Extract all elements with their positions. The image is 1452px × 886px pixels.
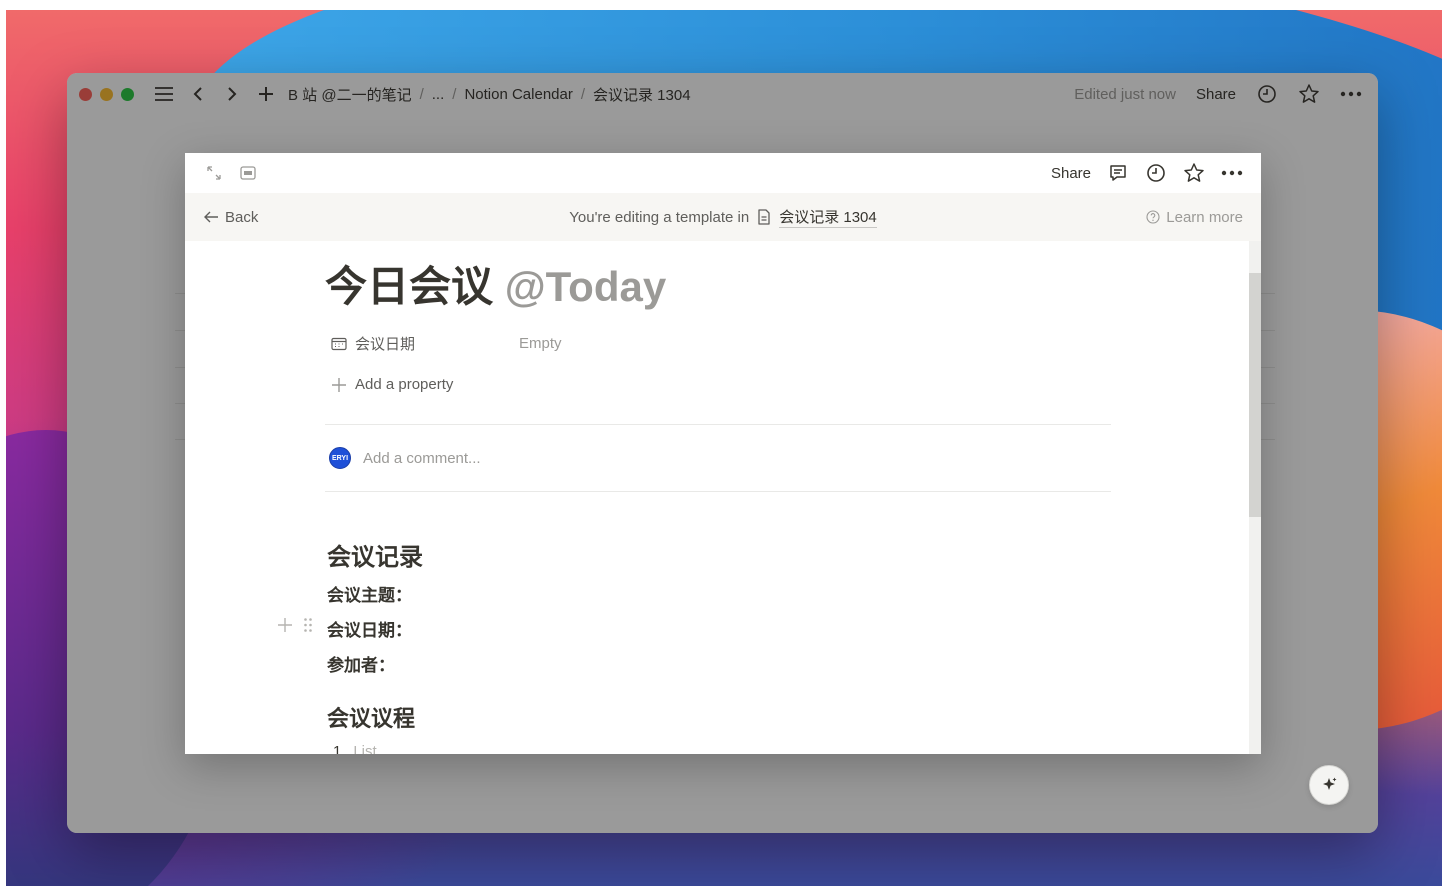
date-mention[interactable]: @Today	[505, 263, 667, 310]
modal-scrollbar-thumb[interactable]	[1249, 273, 1261, 517]
ai-assistant-button[interactable]	[1309, 765, 1349, 805]
comment-input[interactable]: Add a comment...	[363, 450, 481, 467]
sparkle-icon	[1323, 777, 1337, 790]
drag-handle-icon[interactable]	[303, 617, 313, 638]
page-title-text[interactable]: 今日会议	[325, 263, 493, 310]
modal-share-button[interactable]: Share	[1051, 165, 1091, 182]
comments-icon[interactable]	[1107, 162, 1129, 184]
heading-meeting-notes[interactable]: 会议记录	[327, 537, 423, 572]
property-row-date[interactable]: 会议日期 Empty	[331, 333, 562, 354]
list-number: 1	[333, 743, 342, 754]
avatar: ERYI	[329, 447, 351, 469]
template-editing-banner: Back You're editing a template in 会议记录 1…	[185, 193, 1261, 241]
attendees-line[interactable]: 参加者：	[327, 651, 395, 676]
help-circle-icon	[1146, 210, 1160, 224]
template-page-link[interactable]: 会议记录 1304	[779, 206, 877, 228]
add-property-label: Add a property	[355, 376, 454, 393]
back-button[interactable]: Back	[203, 209, 258, 226]
calendar-icon	[331, 337, 347, 350]
comment-box[interactable]: ERYI Add a comment...	[329, 447, 481, 469]
block-handles	[277, 617, 313, 638]
list-item[interactable]: 1 List	[333, 743, 377, 754]
back-label: Back	[225, 208, 259, 226]
property-value[interactable]: Empty	[519, 335, 562, 352]
list-placeholder[interactable]: List	[353, 743, 376, 754]
meeting-topic-line[interactable]: 会议主题：	[327, 581, 412, 606]
page-doc-icon	[758, 209, 770, 225]
add-property-button[interactable]: Add a property	[331, 376, 519, 393]
template-message: You're editing a template in 会议记录 1304	[185, 193, 1261, 241]
arrow-left-icon	[204, 211, 218, 223]
meeting-date-line[interactable]: 会议日期：	[327, 616, 412, 641]
divider	[325, 491, 1111, 492]
plus-icon	[332, 377, 346, 392]
heading-meeting-agenda[interactable]: 会议议程	[327, 701, 415, 733]
template-peek-modal: Share Back You're editing a template in …	[185, 153, 1261, 754]
modal-history-icon[interactable]	[1145, 162, 1167, 184]
template-message-text: You're editing a template in	[569, 208, 750, 226]
divider	[325, 424, 1111, 425]
page-title[interactable]: 今日会议 @Today	[325, 253, 666, 314]
learn-more-link[interactable]: Learn more	[1146, 209, 1243, 226]
peek-mode-icon[interactable]	[237, 162, 259, 184]
learn-more-label: Learn more	[1166, 208, 1243, 226]
modal-more-options-icon[interactable]	[1221, 162, 1243, 184]
property-label: 会议日期	[355, 336, 416, 353]
modal-toolbar: Share	[185, 153, 1261, 193]
add-block-plus-icon[interactable]	[277, 617, 293, 638]
modal-favorite-star-icon[interactable]	[1183, 162, 1205, 184]
expand-full-page-icon[interactable]	[203, 162, 225, 184]
